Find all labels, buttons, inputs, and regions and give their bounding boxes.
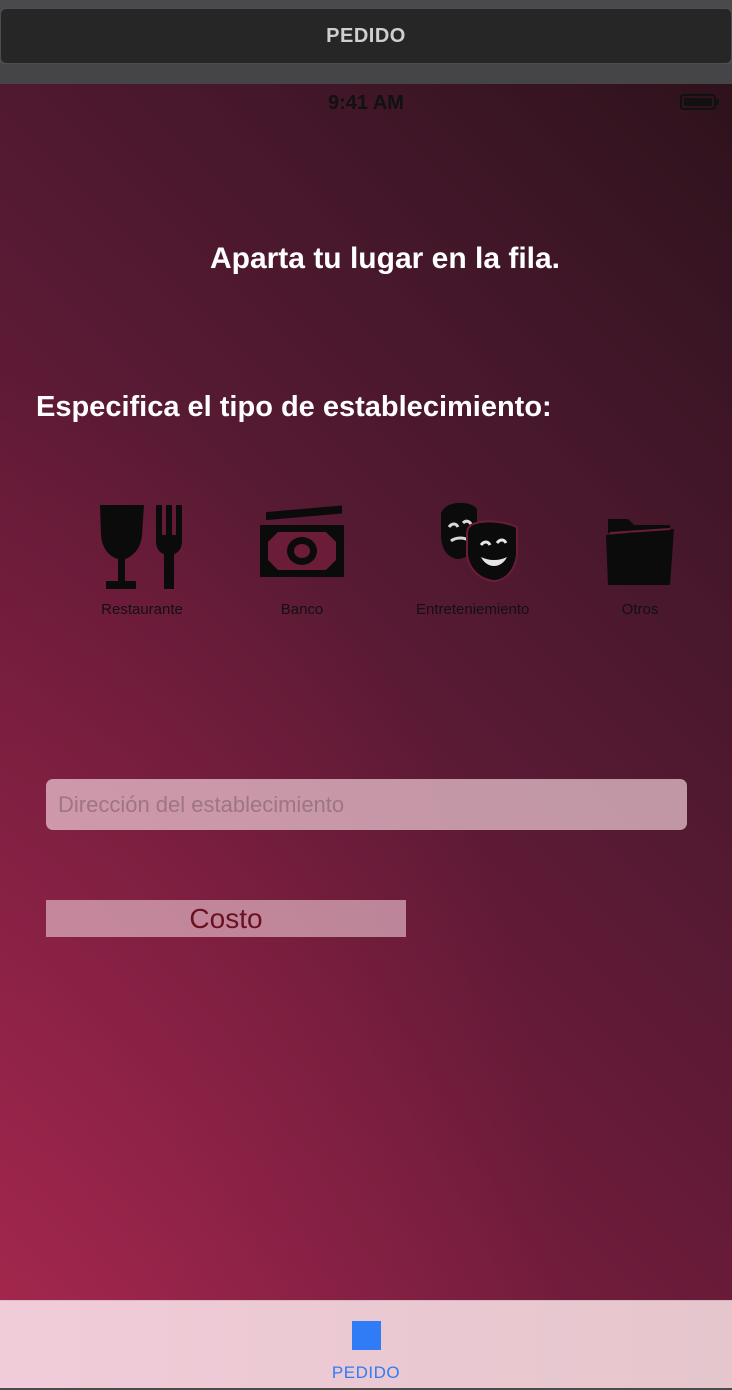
scene-divider bbox=[0, 64, 732, 84]
category-otros[interactable]: Otros bbox=[604, 499, 676, 618]
folder-icon bbox=[606, 519, 674, 585]
category-label: Entreteniemiento bbox=[416, 601, 530, 618]
theater-masks-icon bbox=[440, 502, 518, 583]
square-icon bbox=[351, 1321, 381, 1350]
section-subtitle: Especifica el tipo de establecimiento: bbox=[36, 391, 552, 423]
category-entreteniemiento[interactable]: Entreteniemiento bbox=[416, 499, 529, 618]
address-input[interactable] bbox=[46, 779, 687, 830]
category-label: Otros bbox=[621, 601, 659, 618]
category-label: Restaurante bbox=[101, 601, 183, 618]
category-selector: Restaurante Banco Entreteniemiento Otros bbox=[0, 499, 732, 629]
scene-title: PEDIDO bbox=[326, 24, 406, 47]
category-banco[interactable]: Banco bbox=[256, 499, 348, 618]
page-title: Aparta tu lugar en la fila. bbox=[209, 242, 561, 275]
status-bar: 9:41 AM bbox=[0, 84, 732, 124]
scene-header: PEDIDO bbox=[0, 8, 732, 64]
tab-label: PEDIDO bbox=[331, 1363, 401, 1382]
storyboard-canvas: PEDIDO 9:41 AM Aparta tu lugar en la fil… bbox=[0, 0, 732, 1390]
restaurant-icon bbox=[100, 505, 182, 589]
tab-pedido[interactable]: PEDIDO bbox=[316, 1313, 416, 1383]
category-label: Banco bbox=[280, 601, 324, 618]
category-restaurante[interactable]: Restaurante bbox=[92, 499, 192, 618]
tab-bar: PEDIDO bbox=[0, 1300, 732, 1388]
battery-full-icon bbox=[680, 94, 720, 110]
status-time: 9:41 AM bbox=[328, 92, 404, 114]
money-icon bbox=[260, 505, 344, 577]
phone-screen: 9:41 AM Aparta tu lugar en la fila. Espe… bbox=[0, 84, 732, 1388]
cost-button[interactable]: Costo bbox=[46, 900, 406, 937]
